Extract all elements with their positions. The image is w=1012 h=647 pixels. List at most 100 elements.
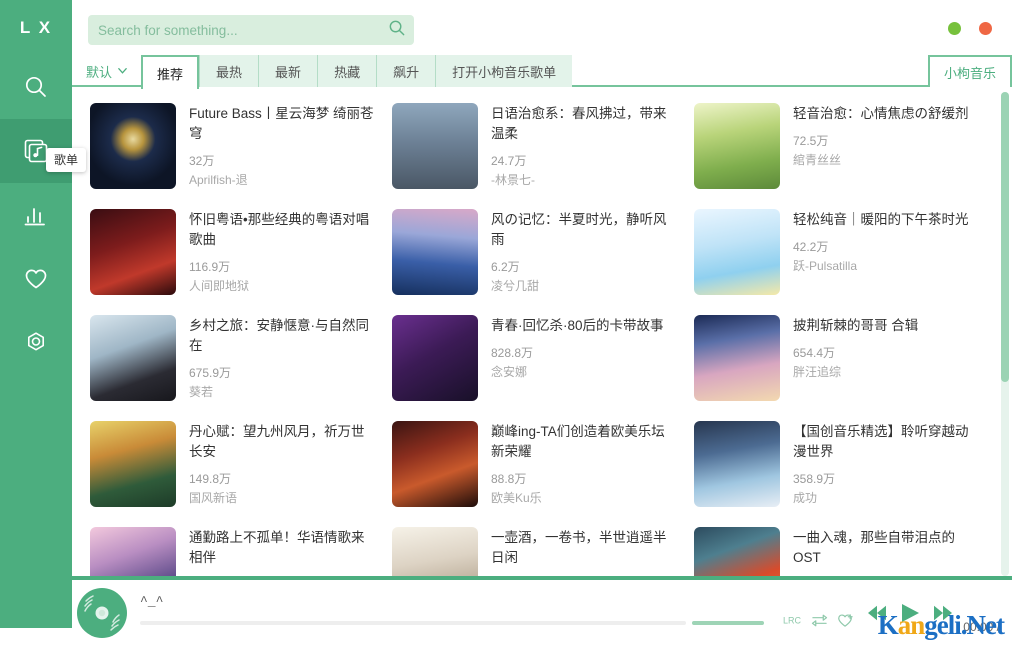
playlist-play-count: 828.8万	[491, 346, 534, 360]
playlist-play-count: 149.8万	[189, 472, 232, 486]
playlist-cover	[694, 421, 780, 507]
playlist-title: 丹心赋：望九州风月，祈万世长安	[189, 424, 365, 459]
tab-list: 默认 推荐 最热 最新 热藏 飙升 打开小枸音乐歌单	[72, 55, 573, 89]
search-submit-button[interactable]	[380, 15, 414, 45]
watermark-part-2: an	[897, 610, 926, 640]
playlist-cover	[90, 421, 176, 507]
sidebar-item-settings[interactable]	[0, 311, 72, 375]
playlist-meta: 披荆斩棘的哥哥 合辑 654.4万 胖汪追综	[793, 315, 978, 405]
playlist-title: 青春·回忆杀·80后的卡带故事	[491, 318, 664, 333]
playlist-card[interactable]: Future Bass丨星云海梦 绮丽苍穹 32万 Aprilfish-退	[82, 95, 384, 201]
minimize-button[interactable]	[948, 22, 961, 35]
playlist-card[interactable]: 丹心赋：望九州风月，祈万世长安 149.8万 国风新语	[82, 413, 384, 519]
sidebar: L X	[0, 0, 72, 628]
playlist-cover	[694, 527, 780, 576]
playlist-card[interactable]: 日语治愈系：春风拂过，带来温柔 24.7万 -林景七-	[384, 95, 686, 201]
content-scrollbar[interactable]	[1001, 92, 1009, 576]
heart-icon	[23, 266, 49, 292]
playlist-author: 人间即地狱	[189, 279, 250, 293]
playlist-meta: 怀旧粤语•那些经典的粤语对唱歌曲 116.9万 人间即地狱	[189, 209, 374, 299]
playlist-cover	[694, 103, 780, 189]
tab-recommend[interactable]: 推荐	[141, 55, 200, 89]
sidebar-tooltip: 歌单	[46, 148, 87, 172]
playlist-author: 念安娜	[491, 365, 528, 379]
playlist-card[interactable]: 一壶酒，一卷书，半世逍遥半日闲	[384, 519, 686, 576]
playlist-author: 凌兮几甜	[491, 279, 540, 293]
playlist-play-count: 116.9万	[189, 260, 231, 274]
close-button[interactable]	[979, 22, 992, 35]
playlist-play-count: 358.9万	[793, 472, 836, 486]
playlist-grid-container: Future Bass丨星云海梦 绮丽苍穹 32万 Aprilfish-退 日语治愈系…	[72, 89, 1012, 576]
playlist-cover	[90, 209, 176, 295]
scrollbar-thumb[interactable]	[1001, 92, 1009, 382]
playlist-cover	[694, 315, 780, 401]
playlist-author: 欧美Ku乐	[491, 491, 542, 505]
playlist-card[interactable]: 巅峰ing-TA们创造着欧美乐坛新荣耀 88.8万 欧美Ku乐	[384, 413, 686, 519]
playlist-play-count: 32万	[189, 154, 215, 168]
playlist-title: 披荆斩棘的哥哥 合辑	[793, 318, 919, 333]
playlist-title: 一壶酒，一卷书，半世逍遥半日闲	[491, 530, 667, 565]
playlist-author: Aprilfish-退	[189, 173, 248, 187]
search-input[interactable]	[88, 22, 380, 38]
watermark-part-4: eli.Net	[936, 610, 1005, 640]
playlist-meta: Future Bass丨星云海梦 绮丽苍穹 32万 Aprilfish-退	[189, 103, 374, 193]
tab-newest[interactable]: 最新	[258, 55, 318, 87]
playlist-meta: 一壶酒，一卷书，半世逍遥半日闲	[491, 527, 676, 576]
playlist-title: Future Bass丨星云海梦 绮丽苍穹	[189, 106, 374, 141]
playlist-card[interactable]: 通勤路上不孤单！华语情歌来相伴	[82, 519, 384, 576]
playlist-author: 胖汪追综	[793, 365, 842, 379]
playlist-play-count: 675.9万	[189, 366, 232, 380]
tab-hottest[interactable]: 最热	[199, 55, 259, 87]
bar-chart-icon	[23, 202, 49, 228]
playlist-card[interactable]: 青春·回忆杀·80后的卡带故事 828.8万 念安娜	[384, 307, 686, 413]
playlist-title: 乡村之旅：安静惬意·与自然同在	[189, 318, 369, 353]
tab-collected[interactable]: 热藏	[317, 55, 377, 87]
sort-dropdown[interactable]: 默认	[72, 55, 141, 87]
app-logo: L X	[19, 17, 53, 37]
playlist-play-count: 88.8万	[491, 472, 527, 486]
playlist-title: 【国创音乐精选】聆听穿越动漫世界	[793, 424, 969, 459]
playlist-card[interactable]: 【国创音乐精选】聆听穿越动漫世界 358.9万 成功	[686, 413, 988, 519]
search-bar[interactable]	[88, 15, 414, 45]
playlist-card[interactable]: 披荆斩棘的哥哥 合辑 654.4万 胖汪追综	[686, 307, 988, 413]
playlist-cover	[90, 103, 176, 189]
playlist-title: 通勤路上不孤单！华语情歌来相伴	[189, 530, 365, 565]
tab-open-playlist[interactable]: 打开小枸音乐歌单	[435, 55, 573, 87]
gear-icon	[23, 330, 49, 356]
playlist-cover	[90, 315, 176, 401]
playlist-title: 轻音治愈：心情焦虑の舒缓剂	[793, 106, 969, 121]
playlist-cover	[392, 315, 478, 401]
repeat-icon[interactable]	[811, 613, 828, 633]
sidebar-item-search[interactable]	[0, 55, 72, 119]
volume-slider[interactable]	[692, 621, 764, 625]
tab-source-xiaogou[interactable]: 小枸音乐	[927, 55, 1012, 87]
playlist-cover	[392, 103, 478, 189]
sidebar-item-ranking[interactable]	[0, 183, 72, 247]
playlist-meta: 通勤路上不孤单！华语情歌来相伴	[189, 527, 374, 576]
playlist-cover	[392, 527, 478, 576]
playlist-card[interactable]: 风の记忆：半夏时光，静听风雨 6.2万 凌兮几甜	[384, 201, 686, 307]
heart-plus-icon[interactable]	[837, 613, 854, 633]
playlist-play-count: 654.4万	[793, 346, 836, 360]
playlist-cover	[392, 421, 478, 507]
playlist-card[interactable]: 轻松纯音｜暖阳的下午茶时光 42.2万 跃-Pulsatilla	[686, 201, 988, 307]
album-disc-icon[interactable]	[76, 587, 128, 639]
player-bar: ^_^ LRC 00:00 / Kangeli.Net	[0, 576, 1012, 647]
playlist-card[interactable]: 一曲入魂，那些自带泪点的OST	[686, 519, 988, 576]
playlist-card[interactable]: 怀旧粤语•那些经典的粤语对唱歌曲 116.9万 人间即地狱	[82, 201, 384, 307]
lrc-icon[interactable]: LRC	[783, 613, 802, 632]
playlist-meta: 轻音治愈：心情焦虑の舒缓剂 72.5万 綰青丝丝	[793, 103, 978, 193]
window-controls	[948, 22, 992, 35]
playlist-play-count: 6.2万	[491, 260, 520, 274]
playlist-cover	[90, 527, 176, 576]
playback-progress-bar[interactable]	[140, 621, 686, 625]
playlist-play-count: 42.2万	[793, 240, 829, 254]
playlist-meta: 日语治愈系：春风拂过，带来温柔 24.7万 -林景七-	[491, 103, 676, 193]
playlist-card[interactable]: 乡村之旅：安静惬意·与自然同在 675.9万 葵若	[82, 307, 384, 413]
sidebar-item-favorites[interactable]	[0, 247, 72, 311]
playlist-author: 綰青丝丝	[793, 153, 842, 167]
tab-rising[interactable]: 飙升	[376, 55, 436, 87]
playlist-meta: 【国创音乐精选】聆听穿越动漫世界 358.9万 成功	[793, 421, 978, 511]
playlist-meta: 青春·回忆杀·80后的卡带故事 828.8万 念安娜	[491, 315, 676, 405]
playlist-card[interactable]: 轻音治愈：心情焦虑の舒缓剂 72.5万 綰青丝丝	[686, 95, 988, 201]
